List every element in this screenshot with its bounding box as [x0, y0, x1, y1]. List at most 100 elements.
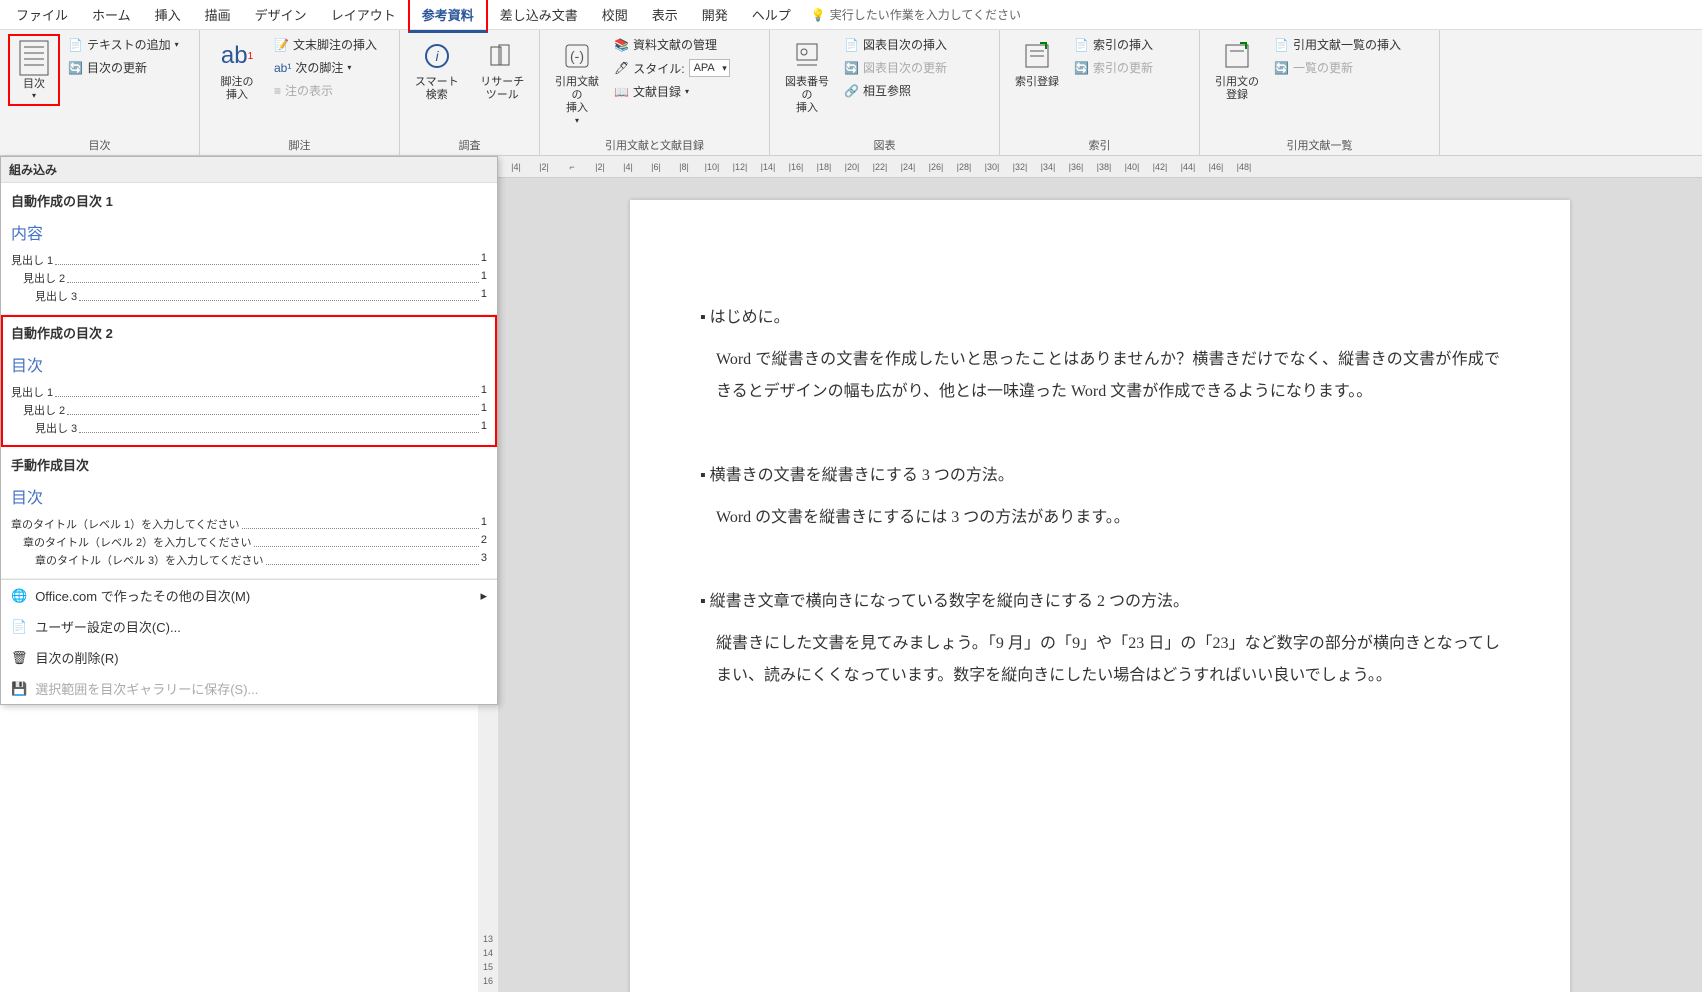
ruler-mark: |22|	[866, 162, 894, 172]
document-icon: 📄	[11, 619, 27, 635]
toc-line-page: 1	[481, 402, 487, 418]
save-selection-label: 選択範囲を目次ギャラリーに保存(S)...	[35, 679, 258, 698]
toc-button[interactable]: 目次 ▾	[8, 34, 60, 106]
doc-heading-3[interactable]: 縦書き文章で横向きになっている数字を縦向きにする 2 つの方法。	[700, 586, 1500, 618]
update-toc-button[interactable]: 🔄 目次の更新	[68, 57, 179, 78]
add-text-button[interactable]: 📄 テキストの追加 ▾	[68, 34, 179, 55]
update-toa-icon: 🔄	[1274, 61, 1289, 75]
doc-heading-1[interactable]: はじめに。	[700, 302, 1500, 334]
next-footnote-icon: ab¹	[274, 61, 291, 75]
toc-gallery-item-3[interactable]: 手動作成目次 目次 章のタイトル（レベル 1）を入力してください1 章のタイトル…	[1, 447, 497, 579]
cross-reference-button[interactable]: 🔗 相互参照	[844, 80, 947, 101]
ruler-mark: |28|	[950, 162, 978, 172]
ribbon-group-captions: 図表番号の 挿入 📄 図表目次の挿入 🔄 図表目次の更新 🔗 相互参照 図表	[770, 30, 1000, 155]
next-footnote-button[interactable]: ab¹ 次の脚注 ▾	[274, 57, 377, 78]
horizontal-ruler[interactable]: |4| |2| ⌐ |2| |4| |6| |8| |10| |12| |14|…	[498, 156, 1702, 178]
toc-gallery-item-2[interactable]: 自動作成の目次 2 目次 見出し 11 見出し 21 見出し 31	[1, 315, 497, 447]
insert-tof-button[interactable]: 📄 図表目次の挿入	[844, 34, 947, 55]
citation-style-select[interactable]: 🖊 スタイル: APA	[614, 57, 730, 79]
save-selection-toc: 💾 選択範囲を目次ギャラリーに保存(S)...	[1, 673, 497, 704]
doc-paragraph[interactable]: 縦書きにした文書を見てみましょう。「9 月」の「9」や「23 日」の「23」など…	[700, 628, 1500, 692]
menubar: ファイル ホーム 挿入 描画 デザイン レイアウト 参考資料 差し込み文書 校閲…	[0, 0, 1702, 30]
more-toc-office[interactable]: 🌐 Office.com で作ったその他の目次(M) ▸	[1, 580, 497, 611]
doc-heading-2[interactable]: 横書きの文書を縦書きにする 3 つの方法。	[700, 460, 1500, 492]
bibliography-icon: 📖	[614, 85, 629, 99]
insert-toa-button[interactable]: 📄 引用文献一覧の挿入	[1274, 34, 1401, 55]
insert-caption-button[interactable]: 図表番号の 挿入	[778, 34, 836, 120]
ruler-mark: |10|	[698, 162, 726, 172]
doc-paragraph[interactable]: Word の文書を縦書きにするには 3 つの方法があります。。	[700, 502, 1500, 534]
ruler-mark: |20|	[838, 162, 866, 172]
update-tof-icon: 🔄	[844, 61, 859, 75]
insert-tof-icon: 📄	[844, 38, 859, 52]
bibliography-button[interactable]: 📖 文献目録 ▾	[614, 81, 730, 102]
group-label-footnotes: 脚注	[208, 135, 391, 153]
toc-button-label: 目次	[23, 78, 45, 91]
vruler-mark: 16	[483, 976, 493, 986]
toc-line-page: 1	[481, 288, 487, 304]
svg-text:(-): (-)	[570, 48, 584, 64]
insert-index-icon: 📄	[1074, 38, 1089, 52]
tab-references[interactable]: 参考資料	[408, 0, 488, 33]
update-tof-button[interactable]: 🔄 図表目次の更新	[844, 57, 947, 78]
insert-index-button[interactable]: 📄 索引の挿入	[1074, 34, 1153, 55]
tab-design[interactable]: デザイン	[243, 0, 319, 30]
tab-mailings[interactable]: 差し込み文書	[488, 0, 590, 30]
toc-line-page: 1	[481, 270, 487, 286]
ribbon: 目次 ▾ 📄 テキストの追加 ▾ 🔄 目次の更新 目次 ab1 脚注の	[0, 30, 1702, 156]
tab-view[interactable]: 表示	[640, 0, 690, 30]
tell-me-search[interactable]: 💡 実行したい作業を入力してください	[811, 6, 1021, 23]
tab-draw[interactable]: 描画	[193, 0, 243, 30]
toc-line-text: 見出し 2	[23, 402, 65, 418]
show-notes-button[interactable]: ≡ 注の表示	[274, 80, 377, 101]
group-label-index: 索引	[1008, 135, 1191, 153]
bibliography-label: 文献目録	[633, 83, 681, 100]
ruler-mark: |32|	[1006, 162, 1034, 172]
chevron-down-icon: ▾	[347, 63, 351, 72]
ruler-mark: |26|	[922, 162, 950, 172]
ruler-mark: |6|	[642, 162, 670, 172]
mark-index-entry-button[interactable]: 索引登録	[1008, 34, 1066, 93]
doc-paragraph[interactable]: Word で縦書きの文書を作成したいと思ったことはありませんか？横書きだけでなく…	[700, 344, 1500, 408]
smart-lookup-label: スマート 検索	[415, 76, 459, 102]
mark-citation-button[interactable]: 引用文の 登録	[1208, 34, 1266, 106]
toc-line-page: 1	[481, 384, 487, 400]
tab-help[interactable]: ヘルプ	[740, 0, 803, 30]
add-text-label: テキストの追加	[87, 36, 171, 53]
vruler-mark: 15	[483, 962, 493, 972]
tab-review[interactable]: 校閲	[590, 0, 640, 30]
toc-gallery-item-1[interactable]: 自動作成の目次 1 内容 見出し 11 見出し 21 見出し 31	[1, 183, 497, 315]
ruler-mark: |42|	[1146, 162, 1174, 172]
custom-toc[interactable]: 📄 ユーザー設定の目次(C)...	[1, 611, 497, 642]
ruler-mark: |34|	[1034, 162, 1062, 172]
insert-footnote-button[interactable]: ab1 脚注の 挿入	[208, 34, 266, 106]
tab-layout[interactable]: レイアウト	[319, 0, 408, 30]
insert-endnote-button[interactable]: 📝 文末脚注の挿入	[274, 34, 377, 55]
toc-dots	[242, 516, 479, 529]
toc-dots	[67, 270, 479, 283]
group-label-toc: 目次	[8, 135, 191, 153]
research-tool-icon	[484, 38, 520, 74]
ruler-mark: ⌐	[558, 162, 586, 172]
group-label-captions: 図表	[778, 135, 991, 153]
tab-home[interactable]: ホーム	[80, 0, 143, 30]
document-page[interactable]: はじめに。 Word で縦書きの文書を作成したいと思ったことはありませんか？横書…	[630, 200, 1570, 992]
smart-lookup-button[interactable]: i スマート 検索	[408, 34, 466, 106]
insert-citation-button[interactable]: (-) 引用文献の 挿入 ▾	[548, 34, 606, 129]
ruler-mark: |2|	[530, 162, 558, 172]
custom-toc-label: ユーザー設定の目次(C)...	[35, 617, 181, 636]
next-footnote-label: 次の脚注	[295, 59, 343, 76]
toc-dots	[79, 288, 479, 301]
update-index-button[interactable]: 🔄 索引の更新	[1074, 57, 1153, 78]
toc-dots	[67, 402, 479, 415]
tab-file[interactable]: ファイル	[4, 0, 80, 30]
remove-toc[interactable]: 🗑 目次の削除(R)	[1, 642, 497, 673]
style-value[interactable]: APA	[689, 59, 730, 77]
tab-insert[interactable]: 挿入	[143, 0, 193, 30]
ribbon-group-toa: 引用文の 登録 📄 引用文献一覧の挿入 🔄 一覧の更新 引用文献一覧	[1200, 30, 1440, 155]
update-toa-button[interactable]: 🔄 一覧の更新	[1274, 57, 1401, 78]
manage-sources-button[interactable]: 📚 資料文献の管理	[614, 34, 730, 55]
research-tool-button[interactable]: リサーチ ツール	[474, 34, 532, 106]
document-area[interactable]: はじめに。 Word で縦書きの文書を作成したいと思ったことはありませんか？横書…	[498, 178, 1702, 992]
tab-developer[interactable]: 開発	[690, 0, 740, 30]
